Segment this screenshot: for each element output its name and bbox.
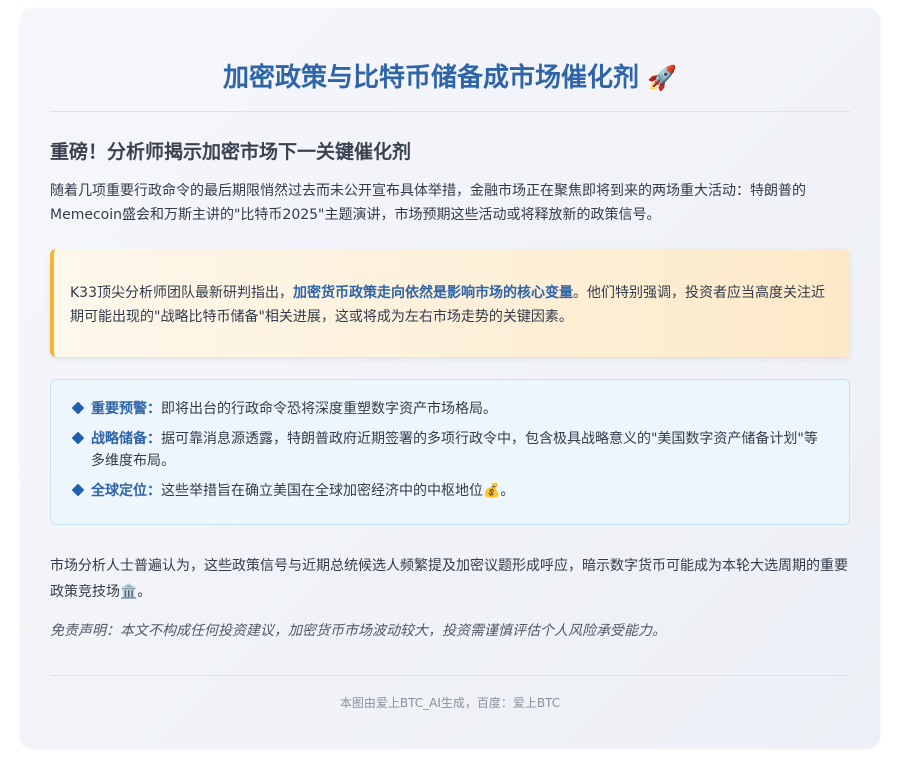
key-point-reserve: 战略储备：据可靠消息源透露，特朗普政府近期签署的多项行政令中，包含极具战略意义的…	[71, 428, 827, 472]
diamond-bullet-icon	[71, 431, 85, 445]
key-point-text: 据可靠消息源透露，特朗普政府近期签署的多项行政令中，包含极具战略意义的"美国数字…	[91, 431, 818, 469]
disclaimer-text: 免责声明：本文不构成任何投资建议，加密货币市场波动较大，投资需谨慎评估个人风险承…	[50, 623, 666, 639]
footer-credit: 本图由爱上BTC_AI生成，百度：爱上BTC	[339, 696, 561, 710]
key-point-text: 即将出台的行政命令恐将深度重塑数字资产市场格局。	[161, 401, 497, 417]
rocket-icon: 🚀	[647, 64, 677, 92]
quote-highlight: 加密货币政策走向依然是影响市场的核心变量	[293, 285, 573, 301]
intro-paragraph: 随着几项重要行政命令的最后期限悄然过去而未公开宣布具体举措，金融市场正在聚焦即将…	[50, 183, 806, 223]
key-point-text: 这些举措旨在确立美国在全球加密经济中的中枢地位💰。	[161, 483, 515, 499]
diamond-bullet-icon	[71, 483, 85, 497]
key-point-global: 全球定位：这些举措旨在确立美国在全球加密经济中的中枢地位💰。	[71, 480, 827, 502]
diamond-bullet-icon	[71, 401, 85, 415]
article-card: 加密政策与比特币储备成市场催化剂 🚀 重磅！分析师揭示加密市场下一关键催化剂 随着…	[20, 8, 880, 748]
key-point-label: 战略储备：	[91, 431, 161, 447]
quote-text-before: K33顶尖分析师团队最新研判指出，	[70, 285, 293, 301]
key-point-warning: 重要预警：即将出台的行政命令恐将深度重塑数字资产市场格局。	[71, 398, 827, 420]
article-subtitle: 重磅！分析师揭示加密市场下一关键催化剂	[50, 141, 412, 163]
key-points-box: 重要预警：即将出台的行政命令恐将深度重塑数字资产市场格局。 战略储备：据可靠消息…	[50, 379, 850, 525]
highlight-quote-box: K33顶尖分析师团队最新研判指出，加密货币政策走向依然是影响市场的核心变量。他们…	[50, 249, 850, 357]
footer-divider	[50, 675, 850, 676]
key-point-label: 全球定位：	[91, 483, 161, 499]
conclusion-paragraph: 市场分析人士普遍认为，这些政策信号与近期总统候选人频繁提及加密议题形成呼应，暗示…	[50, 558, 848, 600]
page-title: 加密政策与比特币储备成市场催化剂 🚀	[50, 58, 850, 98]
key-point-label: 重要预警：	[91, 401, 161, 417]
page-title-text: 加密政策与比特币储备成市场催化剂	[223, 63, 640, 93]
title-divider	[50, 111, 850, 112]
